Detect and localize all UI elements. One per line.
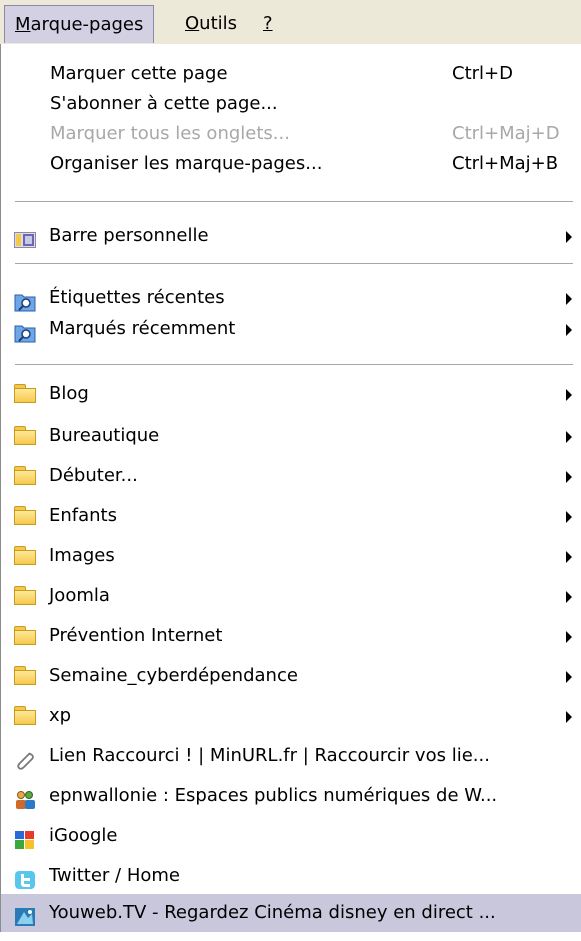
menu-item-label: xp	[49, 705, 72, 726]
folder-icon	[14, 546, 36, 566]
menu-help[interactable]: ?	[253, 5, 283, 43]
folder-item[interactable]: Enfants	[1, 497, 581, 535]
folder-item[interactable]: Blog	[1, 375, 581, 413]
toolbar-icon	[14, 226, 36, 248]
folder-item[interactable]: Bureautique	[1, 417, 581, 455]
menu-item-label: Bureautique	[49, 425, 160, 446]
menu-item-label: Enfants	[49, 505, 117, 526]
folder-item[interactable]: Prévention Internet	[1, 617, 581, 655]
menu-item-label: Débuter...	[49, 465, 138, 486]
menu-label: arque-pages	[30, 14, 144, 35]
submenu-arrow-icon	[566, 671, 572, 683]
menu-item-label: iGoogle	[49, 825, 118, 846]
bookmark-item[interactable]: iGoogle	[1, 817, 581, 855]
folder-item[interactable]: Joomla	[1, 577, 581, 615]
menu-marque-pages[interactable]: Marque-pages	[4, 5, 155, 43]
menu-item-label: Semaine_cyberdépendance	[49, 665, 298, 686]
folder-icon	[14, 466, 36, 486]
folder-icon	[14, 426, 36, 446]
menu-item-label: Barre personnelle	[49, 225, 209, 246]
menu-separator	[15, 364, 573, 365]
paperclip-icon	[14, 746, 36, 770]
folder-icon	[14, 384, 36, 404]
submenu-arrow-icon	[566, 511, 572, 523]
menu-separator	[15, 201, 573, 202]
bookmark-item-selected[interactable]: Youweb.TV - Regardez Cinéma disney en di…	[1, 894, 581, 932]
people-icon	[14, 786, 36, 809]
submenu-arrow-icon	[566, 471, 572, 483]
submenu-arrow-icon	[566, 591, 572, 603]
folder-icon	[14, 666, 36, 686]
personal-toolbar-item[interactable]: Barre personnelle	[1, 217, 581, 255]
menu-label: utils	[199, 13, 238, 34]
bookmarks-dropdown-menu: Marquer cette page Ctrl+D S'abonner à ce…	[0, 44, 581, 932]
menu-mnemonic: M	[15, 14, 31, 35]
igoogle-icon	[14, 826, 36, 849]
submenu-arrow-icon	[566, 324, 572, 336]
recently-bookmarked-item[interactable]: Marqués récemment	[1, 310, 581, 348]
submenu-arrow-icon	[566, 389, 572, 401]
menu-item-label: Twitter / Home	[49, 865, 180, 886]
folder-icon	[14, 626, 36, 646]
submenu-arrow-icon	[566, 551, 572, 563]
smart-bookmark-icon	[14, 319, 36, 343]
menu-outils[interactable]: Outils	[175, 5, 247, 43]
menu-item-label: Blog	[49, 383, 89, 404]
menu-item-label: Images	[49, 545, 115, 566]
bookmark-item[interactable]: epnwallonie : Espaces publics numériques…	[1, 777, 581, 815]
menu-item-label: Marqués récemment	[49, 318, 236, 339]
folder-icon	[14, 586, 36, 606]
submenu-arrow-icon	[566, 293, 572, 305]
menu-mnemonic: ?	[263, 13, 273, 34]
shortcut-label: Ctrl+Maj+B	[452, 153, 559, 174]
folder-item[interactable]: Images	[1, 537, 581, 575]
youweb-icon	[14, 903, 36, 926]
menu-mnemonic: O	[185, 13, 200, 34]
bookmark-item[interactable]: Lien Raccourci ! | MinURL.fr | Raccourci…	[1, 737, 581, 775]
menu-item-label: epnwallonie : Espaces publics numériques…	[49, 785, 498, 806]
bookmark-item[interactable]: Twitter / Home	[1, 857, 581, 895]
menu-item-label: Joomla	[49, 585, 110, 606]
folder-item[interactable]: Semaine_cyberdépendance	[1, 657, 581, 695]
submenu-arrow-icon	[566, 631, 572, 643]
submenu-arrow-icon	[566, 231, 572, 243]
submenu-arrow-icon	[566, 711, 572, 723]
menu-item-label: Organiser les marque-pages...	[50, 153, 323, 174]
menu-item-label: Lien Raccourci ! | MinURL.fr | Raccourci…	[49, 745, 490, 766]
folder-item[interactable]: xp	[1, 697, 581, 735]
folder-item[interactable]: Débuter...	[1, 457, 581, 495]
menu-item-label: Prévention Internet	[49, 625, 223, 646]
menu-separator	[15, 263, 573, 264]
folder-icon	[14, 706, 36, 726]
smart-bookmark-icon	[14, 288, 36, 312]
folder-icon	[14, 506, 36, 526]
menu-item-label: Youweb.TV - Regardez Cinéma disney en di…	[49, 902, 496, 923]
organize-bookmarks-item[interactable]: Organiser les marque-pages... Ctrl+Maj+B	[1, 145, 581, 183]
menu-bar: Marque-pages Outils ?	[0, 0, 581, 45]
submenu-arrow-icon	[566, 431, 572, 443]
twitter-icon	[14, 866, 36, 889]
